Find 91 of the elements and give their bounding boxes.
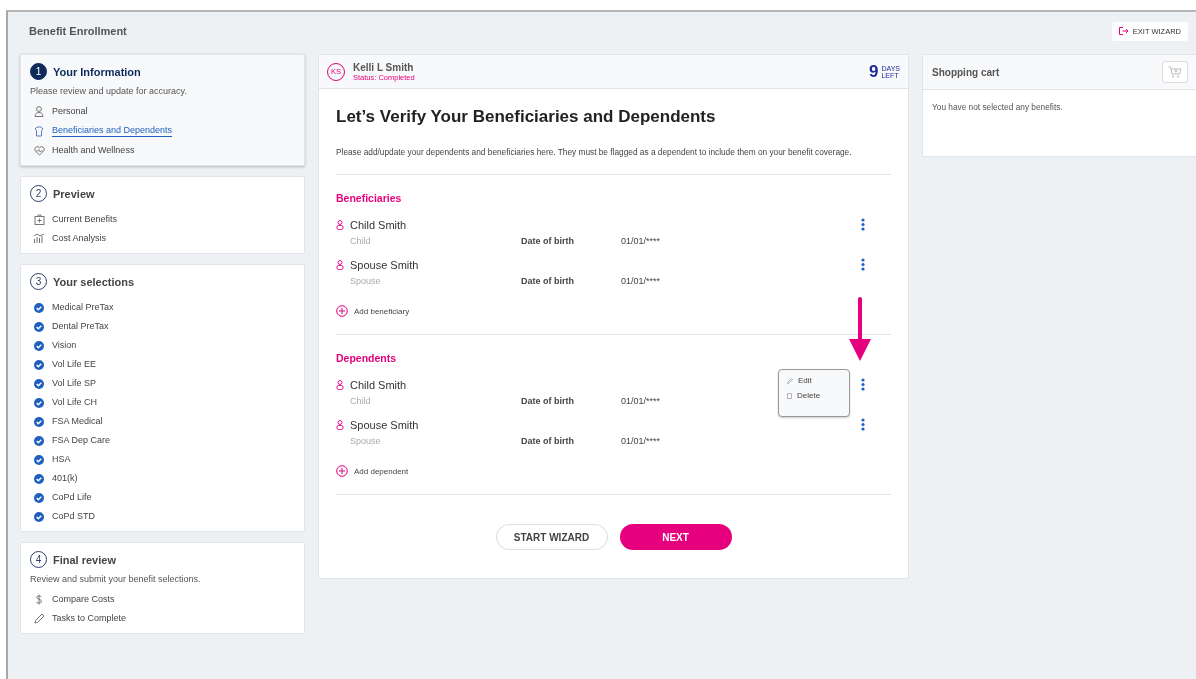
person-name: Child Smith [350,219,407,231]
heart-icon [33,145,45,156]
step-description: Review and submit your benefit selections. [30,574,202,584]
step-link[interactable]: 401(k) [52,473,78,484]
field-label: Date of birth [521,396,575,406]
dollar-icon [35,594,43,605]
person-icon [336,220,344,230]
step-link[interactable]: Tasks to Complete [52,613,127,624]
step-description: Please review and update for accuracy. [30,86,188,96]
step-link[interactable]: Vol Life CH [52,397,98,408]
cart-icon [1168,66,1182,78]
step-link[interactable]: Current Benefits [52,214,118,225]
relation-label: Child [350,396,372,406]
annotation-arrow [848,297,872,361]
employee-name: Kelli L Smith [353,61,415,73]
person-icon [336,260,344,270]
menu-item[interactable]: Delete [787,391,849,400]
person-name: Spouse Smith [350,259,419,271]
check-circle-icon [34,435,44,446]
step-link[interactable]: CoPd STD [52,511,95,522]
exit-icon [1118,27,1129,35]
check-circle-icon [34,473,44,484]
step-link[interactable]: Medical PreTax [52,302,114,313]
more-options-icon[interactable] [861,418,865,431]
page-heading: Let’s Verify Your Beneficiaries and Dependents [336,107,717,127]
step-link[interactable]: Cost Analysis [52,233,107,244]
birth-date: 01/01/**** [621,276,662,286]
step-title: Your selections [53,275,135,288]
menu-item[interactable]: Edit [787,376,849,385]
birth-date: 01/01/**** [621,436,662,446]
relation-label: Spouse [350,276,382,286]
cart-title: Shopping cart [932,66,1000,78]
next-button[interactable]: NEXT [619,524,732,550]
check-circle-icon [34,416,44,427]
check-circle-icon [34,492,44,503]
relation-label: Child [350,236,372,246]
more-options-icon[interactable] [861,218,865,231]
step-link[interactable]: HSA [52,454,71,465]
more-options-icon[interactable] [861,378,865,391]
step-link[interactable]: CoPd Life [52,492,92,503]
step-link[interactable]: Vision [52,340,77,351]
bar-chart-icon [33,233,45,244]
step-link[interactable]: Vol Life SP [52,378,97,389]
briefcase-icon [33,214,45,225]
empty-cart-message: You have not selected any benefits. [932,102,1064,112]
field-label: Date of birth [521,236,575,246]
check-circle-icon [34,340,44,351]
shirt-icon [34,125,44,137]
plus-circle-icon [336,465,348,477]
person-icon [34,106,44,117]
start-wizard-button[interactable]: START WIZARD [495,524,608,550]
more-options-icon[interactable] [861,258,865,271]
step-title: Your Information [53,65,141,78]
step-link[interactable]: Vol Life EE [52,359,97,370]
add-link[interactable]: Add dependent [336,465,409,477]
page-title: Benefit Enrollment [28,25,127,37]
check-circle-icon [34,397,44,408]
field-label: Date of birth [521,436,575,446]
step-number: 1 [30,63,47,80]
section-title: Beneficiaries [336,192,403,204]
field-label: Date of birth [521,276,575,286]
person-icon [336,380,344,390]
check-circle-icon [34,511,44,522]
section-title: Dependents [336,352,398,364]
step-title: Final review [53,553,116,566]
check-circle-icon [34,454,44,465]
step-link[interactable]: Dental PreTax [52,321,109,332]
intro-text: Please add/update your dependents and beneficiaries here. They must be flagged as a dependent to include them on your benefit coverage. [336,147,853,157]
person-name: Spouse Smith [350,419,419,431]
birth-date: 01/01/**** [621,396,662,406]
relation-label: Spouse [350,436,382,446]
step-title: Preview [53,187,95,200]
add-link[interactable]: Add beneficiary [336,305,410,317]
person-icon [336,420,344,430]
pencil-icon [787,377,793,384]
check-circle-icon [34,321,44,332]
pencil-icon [33,613,45,624]
step-link[interactable]: FSA Medical [52,416,103,427]
check-circle-icon [34,378,44,389]
step-link[interactable]: FSA Dep Care [52,435,111,446]
check-circle-icon [34,302,44,313]
person-name: Child Smith [350,379,407,391]
step-link[interactable]: Personal [52,106,88,117]
step-link[interactable]: Compare Costs [52,594,115,605]
trash-icon [787,392,792,399]
step-link[interactable]: Health and Wellness [52,145,135,156]
plus-circle-icon [336,305,348,317]
check-circle-icon [34,359,44,370]
days-count: 9 [869,61,879,82]
step-link[interactable]: Beneficiaries and Dependents [52,125,173,137]
birth-date: 01/01/**** [621,236,662,246]
